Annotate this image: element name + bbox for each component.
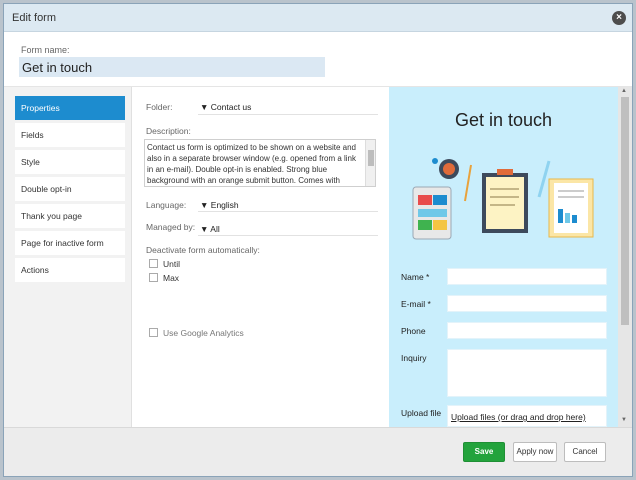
max-label: Max bbox=[163, 273, 180, 283]
tile-blue-icon bbox=[433, 195, 447, 205]
dialog-title: Edit form bbox=[12, 12, 57, 24]
google-analytics-checkbox[interactable] bbox=[149, 328, 158, 337]
description-label: Description: bbox=[146, 126, 191, 136]
name-input[interactable] bbox=[447, 268, 607, 285]
pen-icon bbox=[537, 160, 551, 198]
tile-cyan-icon bbox=[418, 209, 447, 217]
folder-select[interactable]: ▼ Contact us bbox=[200, 102, 251, 112]
until-label: Until bbox=[163, 259, 181, 269]
sidebar: Properties Fields Style Double opt-in Th… bbox=[4, 87, 132, 427]
managed-by-select[interactable]: ▼ All bbox=[200, 224, 220, 234]
dot-icon bbox=[432, 158, 438, 164]
sidebar-item-style[interactable]: Style bbox=[15, 150, 125, 174]
phone-input[interactable] bbox=[447, 322, 607, 339]
email-input[interactable] bbox=[447, 295, 607, 312]
sidebar-item-fields[interactable]: Fields bbox=[15, 123, 125, 147]
description-textarea[interactable]: Contact us form is optimized to be shown… bbox=[144, 139, 376, 187]
until-checkbox[interactable] bbox=[149, 259, 158, 268]
sidebar-item-actions[interactable]: Actions bbox=[15, 258, 125, 282]
preview-scrollbar[interactable]: ▲ ▼ bbox=[618, 87, 632, 427]
description-text: Contact us form is optimized to be shown… bbox=[147, 143, 356, 185]
title-bar: Edit form × bbox=[4, 4, 632, 32]
preview-scroll-thumb[interactable] bbox=[621, 97, 629, 325]
description-scroll-thumb[interactable] bbox=[368, 150, 374, 166]
managed-by-underline bbox=[198, 235, 378, 236]
sidebar-item-inactive-page[interactable]: Page for inactive form bbox=[15, 231, 125, 255]
description-scrollbar[interactable] bbox=[365, 140, 375, 186]
max-checkbox[interactable] bbox=[149, 273, 158, 282]
upload-field-label: Upload file bbox=[401, 408, 442, 418]
deactivate-label: Deactivate form automatically: bbox=[146, 245, 260, 255]
tile-green-icon bbox=[418, 220, 432, 230]
folder-label: Folder: bbox=[146, 102, 173, 112]
language-select[interactable]: ▼ English bbox=[200, 200, 239, 210]
managed-by-label: Managed by: bbox=[146, 222, 196, 232]
contact-illustration bbox=[412, 158, 594, 240]
dialog-footer: Save Apply now Cancel bbox=[4, 427, 632, 476]
pencil-icon bbox=[464, 164, 472, 202]
cancel-button[interactable]: Cancel bbox=[564, 442, 606, 462]
coffee-icon bbox=[443, 163, 455, 175]
language-underline bbox=[198, 211, 378, 212]
sidebar-item-thank-you-page[interactable]: Thank you page bbox=[15, 204, 125, 228]
edit-form-dialog: Edit form × Form name: Properties Fields… bbox=[3, 3, 633, 477]
email-field-label: E-mail * bbox=[401, 299, 431, 309]
folder-underline bbox=[198, 114, 378, 115]
inquiry-field-label: Inquiry bbox=[401, 353, 427, 363]
save-button[interactable]: Save bbox=[463, 442, 505, 462]
clip-icon bbox=[497, 169, 513, 175]
name-field-label: Name * bbox=[401, 272, 430, 282]
inquiry-textarea[interactable] bbox=[447, 349, 607, 397]
properties-panel: Folder: ▼ Contact us Description: Contac… bbox=[134, 87, 389, 427]
upload-files-link[interactable]: Upload files (or drag and drop here) bbox=[451, 412, 586, 422]
tile-red-icon bbox=[418, 195, 432, 205]
phone-field-label: Phone bbox=[401, 326, 426, 336]
tile-yellow-icon bbox=[433, 220, 447, 230]
sidebar-item-double-opt-in[interactable]: Double opt-in bbox=[15, 177, 125, 201]
apply-now-button[interactable]: Apply now bbox=[513, 442, 557, 462]
sidebar-item-properties[interactable]: Properties bbox=[15, 96, 125, 120]
scroll-down-icon[interactable]: ▼ bbox=[621, 417, 627, 423]
form-name-input[interactable] bbox=[19, 57, 325, 77]
preview-title: Get in touch bbox=[454, 110, 553, 130]
form-name-label: Form name: bbox=[21, 45, 70, 55]
google-analytics-label: Use Google Analytics bbox=[163, 328, 244, 338]
clipboard-paper-icon bbox=[486, 177, 524, 229]
scroll-up-icon[interactable]: ▲ bbox=[621, 88, 627, 94]
language-label: Language: bbox=[146, 200, 187, 210]
close-icon[interactable]: × bbox=[612, 11, 626, 25]
form-preview: Get in touch Name * E-mail * Phone Inqui… bbox=[389, 87, 618, 427]
